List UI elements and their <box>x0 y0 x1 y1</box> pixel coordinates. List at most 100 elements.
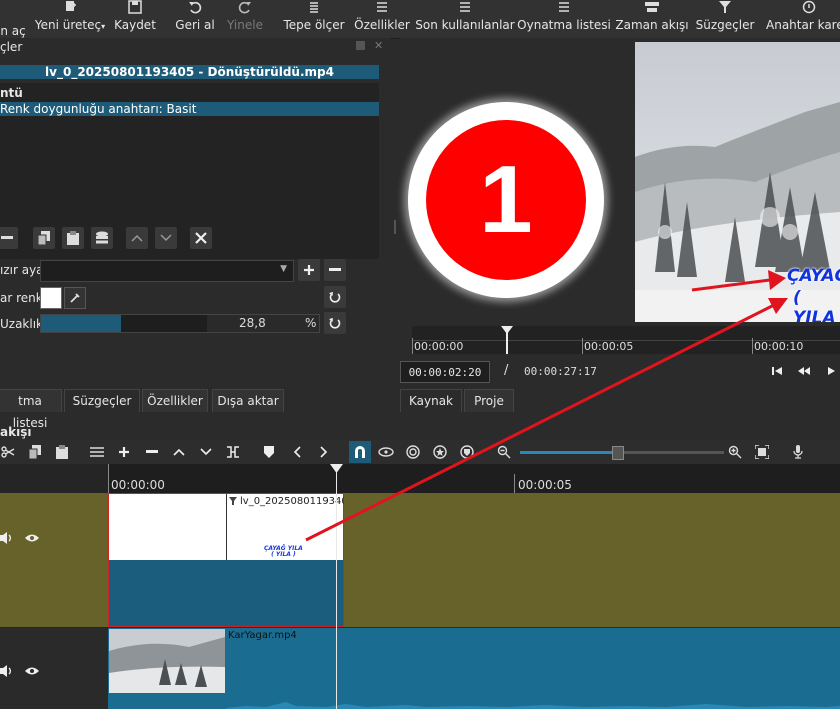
zoom-slider-fill <box>520 451 616 454</box>
recent-button[interactable]: Son kullanılanlar <box>415 0 515 38</box>
clip-name-bar: lv_0_20250801193405 - Dönüştürüldü.mp4 <box>0 65 379 79</box>
ripple-icon[interactable] <box>405 444 421 460</box>
chevron-left-icon[interactable] <box>289 444 305 460</box>
preview-panel: ÇAYAĞ ( YILA 1 <box>400 38 840 326</box>
undo-button[interactable]: Geri al <box>175 0 215 38</box>
tab-playlist[interactable]: tma listesi <box>0 389 62 430</box>
open-file-label: n aç <box>0 24 26 38</box>
copy-filter-button[interactable] <box>33 227 55 249</box>
deselect-filter-button[interactable] <box>190 227 212 249</box>
filters-button[interactable]: Süzgeçler <box>696 0 754 38</box>
preview-playhead[interactable] <box>501 326 513 354</box>
play-icon[interactable] <box>828 366 836 376</box>
redo-button[interactable]: Yinele <box>226 0 264 38</box>
eye-icon[interactable] <box>24 666 40 676</box>
keyframes-label: Anahtar kare <box>766 18 840 32</box>
tab-project[interactable]: Proje <box>464 389 514 412</box>
clip-thumbnail-text-line2: ( YILA ) <box>271 551 296 558</box>
open-file-button[interactable]: n aç <box>0 0 26 38</box>
ripple-all-icon[interactable] <box>432 444 448 460</box>
tab-export[interactable]: Dışa aktar <box>212 389 284 412</box>
zoom-fit-icon[interactable] <box>754 444 770 460</box>
skip-previous-icon[interactable] <box>772 366 782 376</box>
tab-properties[interactable]: Özellikler <box>142 389 208 412</box>
speaker-icon[interactable] <box>0 664 12 678</box>
save-preset-button[interactable] <box>91 227 113 249</box>
save-icon <box>128 0 142 16</box>
timeline-clip-v1[interactable]: KarYagar.mp4 <box>108 628 840 709</box>
preview-ruler-label: 00:00:05 <box>584 340 634 353</box>
copy-icon[interactable] <box>27 444 43 460</box>
move-filter-up-button[interactable] <box>126 227 148 249</box>
redo-icon <box>238 0 252 16</box>
remove-filter-button[interactable] <box>0 227 18 249</box>
timeline-clip-label: KarYagar.mp4 <box>228 630 297 641</box>
chevron-up-icon <box>131 234 143 242</box>
zoom-slider-handle[interactable] <box>612 446 624 460</box>
clip-thumbnail-image <box>109 629 225 693</box>
move-filter-down-button[interactable] <box>155 227 177 249</box>
paste-filter-button[interactable] <box>62 227 84 249</box>
step-number-badge: 1 <box>408 102 604 298</box>
eyedropper-button[interactable] <box>64 287 86 309</box>
remove-preset-button[interactable] <box>324 259 346 281</box>
playlist-button[interactable]: Oynatma listesi <box>517 0 611 38</box>
float-panel-icon[interactable] <box>356 41 365 50</box>
distance-slider[interactable]: 28,8 % <box>40 314 320 333</box>
timeline-playhead[interactable] <box>336 464 337 709</box>
filter-icon <box>718 0 732 16</box>
scrub-audio-icon[interactable] <box>378 444 394 460</box>
snap-button[interactable] <box>349 441 371 463</box>
reset-distance-button[interactable] <box>324 312 346 334</box>
microphone-icon[interactable] <box>790 444 806 460</box>
video-frame[interactable]: ÇAYAĞ ( YILA <box>635 42 840 322</box>
distance-label: Uzaklık <box>0 317 44 331</box>
key-color-swatch[interactable] <box>40 287 62 309</box>
minus-icon[interactable] <box>144 444 160 460</box>
filters-panel-title: çler <box>0 40 23 54</box>
preview-scrub-bar[interactable]: 00:00:00 00:00:05 00:00:10 <box>412 326 840 354</box>
zoom-out-icon[interactable] <box>496 444 512 460</box>
split-icon[interactable] <box>225 444 241 460</box>
filter-list-item[interactable]: Renk doygunluğu anahtarı: Basit <box>0 102 379 116</box>
scissors-icon[interactable] <box>0 444 16 460</box>
chevron-right-icon[interactable] <box>316 444 332 460</box>
eye-icon[interactable] <box>24 533 40 543</box>
panel-splitter[interactable] <box>394 220 396 234</box>
chevron-up-icon[interactable] <box>171 444 187 460</box>
close-panel-icon[interactable]: ✕ <box>374 39 383 52</box>
keyframes-button[interactable]: Anahtar kare <box>766 0 840 38</box>
zoom-slider[interactable] <box>520 446 724 460</box>
timeline-ruler[interactable]: 00:00:00 00:00:05 <box>108 464 840 493</box>
reset-icon <box>329 292 341 303</box>
properties-button[interactable]: Özellikler <box>354 0 410 38</box>
marker-icon[interactable] <box>261 444 277 460</box>
menu-icon[interactable] <box>89 444 105 460</box>
paste-icon[interactable] <box>54 444 70 460</box>
preset-combo[interactable]: ▼ <box>40 260 294 282</box>
tab-filters[interactable]: Süzgeçler <box>64 389 140 412</box>
timeline-button[interactable]: Zaman akışı <box>615 0 689 38</box>
timecode-input[interactable]: 00:00:02:20 <box>400 361 490 383</box>
playlist-icon <box>557 0 571 16</box>
plus-icon[interactable] <box>116 444 132 460</box>
chevron-down-icon[interactable] <box>198 444 214 460</box>
reset-key-color-button[interactable] <box>324 286 346 308</box>
timeline-label: Zaman akışı <box>615 18 689 32</box>
rewind-icon[interactable] <box>798 366 810 376</box>
new-generator-label: Yeni üreteç▾ <box>34 18 106 32</box>
timeline-playhead-handle[interactable] <box>330 464 343 473</box>
add-preset-button[interactable] <box>298 259 320 281</box>
ripple-markers-icon[interactable] <box>459 444 475 460</box>
step-number-badge-inner: 1 <box>426 120 586 280</box>
clip-thumbnail-text: ÇAYAĞ YILA ( YILA ) <box>264 546 303 558</box>
speaker-icon[interactable] <box>0 531 12 545</box>
tab-source[interactable]: Kaynak <box>400 389 462 412</box>
new-generator-button[interactable]: Yeni üreteç▾ <box>34 0 106 38</box>
track-header-v2[interactable] <box>0 493 108 627</box>
track-header-v1[interactable] <box>0 628 108 709</box>
peak-meter-button[interactable]: Tepe ölçer <box>283 0 345 38</box>
zoom-in-icon[interactable] <box>727 444 743 460</box>
timeline-clip-v2[interactable]: lv_0_20250801193405 ÇAYAĞ YILA ( YILA ) <box>108 493 344 627</box>
save-button[interactable]: Kaydet <box>114 0 156 38</box>
